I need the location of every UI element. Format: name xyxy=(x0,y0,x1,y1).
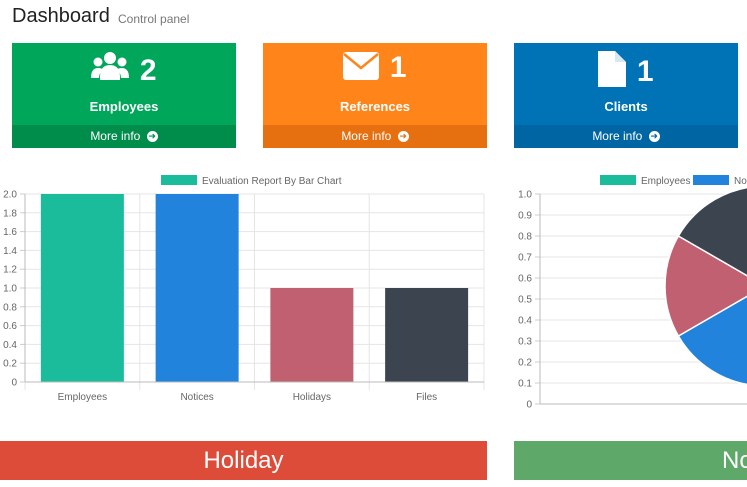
arrow-circle-right-icon: ➜ xyxy=(146,131,158,143)
users-icon xyxy=(91,51,130,90)
legend-label: Employees xyxy=(641,176,690,187)
bar-notices xyxy=(155,194,239,382)
references-stat-box: 1 References More info ➜ xyxy=(263,43,487,148)
clients-count: 1 xyxy=(636,54,654,88)
more-info-text: More info xyxy=(592,129,643,143)
x-tick-label: Notices xyxy=(180,392,213,403)
arrow-circle-right-icon: ➜ xyxy=(397,131,409,143)
x-tick-label: Holidays xyxy=(293,392,331,403)
y-tick-label: 0 xyxy=(526,400,532,411)
legend-swatch xyxy=(600,175,636,185)
bar-files xyxy=(385,288,469,382)
y-tick-label: 1.2 xyxy=(3,265,17,276)
employees-stat-box: 2 Employees More info ➜ xyxy=(12,43,236,148)
more-info-text: More info xyxy=(90,129,141,143)
bar-chart-legend: Evaluation Report By Bar Chart xyxy=(161,175,342,187)
y-tick-label: 0.6 xyxy=(518,274,532,285)
y-tick-label: 0.5 xyxy=(518,295,532,306)
page-title: Dashboard xyxy=(12,5,110,27)
more-info-text: More info xyxy=(341,129,392,143)
y-tick-label: 0.3 xyxy=(518,337,532,348)
y-tick-label: 0.8 xyxy=(518,232,532,243)
bar-holidays xyxy=(270,288,354,382)
evaluation-pie-chart: Employees Noti 0 0.1 0.2 0.3 0.4 0.5 0.6 0.7 0.8 0.… xyxy=(518,175,747,411)
y-tick-label: 0.2 xyxy=(518,358,532,369)
legend-swatch xyxy=(161,175,197,185)
y-tick-label: 1.0 xyxy=(518,190,532,201)
legend-label: Evaluation Report By Bar Chart xyxy=(202,176,342,187)
holiday-banner[interactable]: Holiday xyxy=(0,441,487,480)
y-tick-label: 0.9 xyxy=(518,211,532,222)
y-tick-label: 0.1 xyxy=(518,379,532,390)
employees-count: 2 xyxy=(139,53,157,87)
clients-label: Clients xyxy=(604,99,648,114)
y-tick-label: 1.4 xyxy=(3,246,17,257)
y-tick-label: 1.0 xyxy=(3,284,17,295)
x-tick-label: Employees xyxy=(58,392,107,403)
bar-employees xyxy=(40,194,124,382)
references-count: 1 xyxy=(389,51,407,84)
clients-more-info-link[interactable]: More info ➜ xyxy=(514,125,738,148)
y-tick-label: 1.8 xyxy=(3,208,17,219)
employees-label: Employees xyxy=(89,99,159,114)
references-more-info-link[interactable]: More info ➜ xyxy=(263,125,487,148)
y-tick-label: 2.0 xyxy=(3,190,17,201)
pie-chart-legend: Employees Noti xyxy=(600,175,747,187)
y-tick-label: 0 xyxy=(11,378,17,389)
y-tick-label: 0.7 xyxy=(518,253,532,264)
clients-stat-box: 1 Clients More info ➜ xyxy=(514,43,738,148)
y-tick-label: 1.6 xyxy=(3,227,17,238)
evaluation-bar-chart: Evaluation Report By Bar Chart 0 0.2 0.4 0.6… xyxy=(3,175,485,403)
references-label: References xyxy=(339,99,411,114)
notice-banner[interactable]: No xyxy=(514,441,747,480)
envelope-icon xyxy=(343,51,380,85)
arrow-circle-right-icon: ➜ xyxy=(648,131,660,143)
employees-more-info-link[interactable]: More info ➜ xyxy=(12,125,236,148)
legend-swatch xyxy=(693,175,729,185)
x-tick-label: Files xyxy=(416,392,437,403)
y-tick-label: 0.8 xyxy=(3,302,17,313)
page-subtitle: Control panel xyxy=(118,12,190,26)
notice-banner-label: No xyxy=(722,447,747,474)
y-tick-label: 0.6 xyxy=(3,321,17,332)
file-icon xyxy=(598,51,627,92)
y-tick-label: 0.4 xyxy=(3,340,17,351)
legend-label: Noti xyxy=(734,176,747,187)
y-tick-label: 0.4 xyxy=(518,316,532,327)
y-tick-label: 0.2 xyxy=(3,359,17,370)
